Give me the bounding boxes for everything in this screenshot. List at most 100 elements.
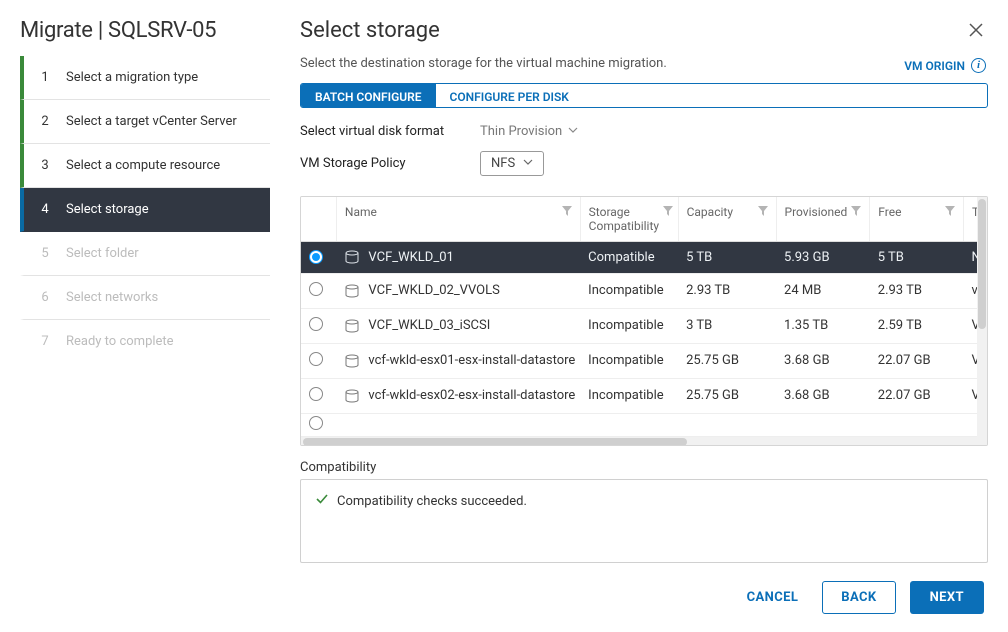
storage-policy-label: VM Storage Policy: [300, 156, 480, 171]
step-number: 3: [38, 158, 52, 173]
table-row[interactable]: vcf-wkld-esx01-esx-install-datastore Inc…: [301, 343, 987, 378]
step-label: Select a migration type: [66, 70, 198, 85]
table-row[interactable]: vcf-wkld-esx02-esx-install-datastore Inc…: [301, 378, 987, 413]
datastore-table: Name Storage Compatibility Capacity Prov…: [300, 196, 988, 446]
filter-icon: [945, 205, 955, 219]
info-icon: i: [971, 58, 986, 73]
storage-policy-value: NFS: [491, 156, 515, 171]
chevron-down-icon: [523, 156, 533, 171]
row-radio[interactable]: [309, 387, 323, 401]
cell-free: 22.07 GB: [870, 343, 964, 378]
filter-icon: [562, 205, 572, 219]
step-label: Select folder: [66, 246, 139, 261]
disk-format-value: Thin Provision: [480, 124, 562, 139]
filter-icon: [663, 205, 673, 219]
datastore-name: VCF_WKLD_03_iSCSI: [368, 318, 490, 333]
row-radio[interactable]: [309, 416, 323, 430]
datastore-name: vcf-wkld-esx02-esx-install-datastore: [368, 388, 575, 403]
step-select-folder: 5 Select folder: [20, 232, 270, 276]
cell-provisioned: 1.35 TB: [776, 308, 870, 343]
tab-batch-configure[interactable]: BATCH CONFIGURE: [301, 84, 436, 107]
disk-format-select[interactable]: Thin Provision: [480, 124, 578, 139]
step-number: 5: [38, 246, 52, 261]
row-radio[interactable]: [309, 352, 323, 366]
disk-format-label: Select virtual disk format: [300, 124, 480, 139]
datastore-icon: [344, 284, 360, 298]
row-radio[interactable]: [309, 317, 323, 331]
step-label: Ready to complete: [66, 334, 174, 349]
step-label: Select networks: [66, 290, 158, 305]
step-migration-type[interactable]: 1 Select a migration type: [20, 56, 270, 100]
chevron-down-icon: [568, 124, 578, 139]
cell-capacity: 5 TB: [678, 241, 776, 273]
cell-free: 5 TB: [870, 241, 964, 273]
vertical-scrollbar[interactable]: [977, 197, 987, 437]
compatibility-panel: Compatibility checks succeeded.: [300, 479, 988, 563]
check-icon: [315, 492, 329, 510]
page-subtitle: Select the destination storage for the v…: [300, 56, 988, 71]
datastore-name: VCF_WKLD_02_VVOLS: [368, 283, 499, 298]
cancel-button[interactable]: CANCEL: [737, 582, 809, 613]
cell-provisioned: 24 MB: [776, 273, 870, 308]
column-compat[interactable]: Storage Compatibility: [580, 197, 678, 242]
column-provisioned[interactable]: Provisioned: [776, 197, 870, 242]
cell-provisioned: 3.68 GB: [776, 343, 870, 378]
table-row[interactable]: VCF_WKLD_01 Compatible 5 TB 5.93 GB 5 TB…: [301, 241, 987, 273]
step-label: Select a target vCenter Server: [66, 114, 237, 129]
wizard-steps: 1 Select a migration type 2 Select a tar…: [0, 56, 280, 632]
cell-provisioned: 5.93 GB: [776, 241, 870, 273]
column-capacity[interactable]: Capacity: [678, 197, 776, 242]
step-select-networks: 6 Select networks: [20, 276, 270, 320]
step-number: 4: [38, 202, 52, 217]
datastore-name: vcf-wkld-esx01-esx-install-datastore: [368, 353, 575, 368]
row-radio[interactable]: [309, 250, 323, 264]
vm-origin-link[interactable]: VM ORIGIN i: [904, 58, 986, 73]
filter-icon: [758, 205, 768, 219]
datastore-name: VCF_WKLD_01: [368, 250, 453, 265]
table-row[interactable]: VCF_WKLD_02_VVOLS Incompatible 2.93 TB 2…: [301, 273, 987, 308]
cell-compat: Incompatible: [580, 378, 678, 413]
row-radio[interactable]: [309, 282, 323, 296]
close-button[interactable]: [964, 18, 988, 46]
step-label: Select a compute resource: [66, 158, 220, 173]
cell-capacity: 2.93 TB: [678, 273, 776, 308]
back-button[interactable]: BACK: [822, 581, 895, 614]
step-number: 1: [38, 70, 52, 85]
cell-capacity: 25.75 GB: [678, 378, 776, 413]
cell-free: 2.93 TB: [870, 273, 964, 308]
step-target-vcenter[interactable]: 2 Select a target vCenter Server: [20, 100, 270, 144]
cell-free: 22.07 GB: [870, 378, 964, 413]
step-compute-resource[interactable]: 3 Select a compute resource: [20, 144, 270, 188]
step-ready-complete: 7 Ready to complete: [20, 320, 270, 363]
cell-free: 2.59 TB: [870, 308, 964, 343]
close-icon: [968, 27, 984, 42]
cell-compat: Incompatible: [580, 273, 678, 308]
cell-compat: Compatible: [580, 241, 678, 273]
filter-icon: [851, 205, 861, 219]
datastore-icon: [344, 250, 360, 264]
step-select-storage[interactable]: 4 Select storage: [20, 188, 270, 232]
step-number: 6: [38, 290, 52, 305]
step-label: Select storage: [66, 202, 149, 217]
datastore-icon: [344, 319, 360, 333]
cell-capacity: 3 TB: [678, 308, 776, 343]
page-title: Select storage: [300, 18, 964, 43]
cell-compat: Incompatible: [580, 308, 678, 343]
config-mode-tabs: BATCH CONFIGURE CONFIGURE PER DISK: [300, 83, 988, 108]
table-row[interactable]: [301, 413, 987, 436]
step-number: 7: [38, 334, 52, 349]
step-number: 2: [38, 114, 52, 129]
compatibility-message: Compatibility checks succeeded.: [337, 494, 527, 509]
cell-capacity: 25.75 GB: [678, 343, 776, 378]
table-row[interactable]: VCF_WKLD_03_iSCSI Incompatible 3 TB 1.35…: [301, 308, 987, 343]
column-free[interactable]: Free: [870, 197, 964, 242]
wizard-title: Migrate | SQLSRV-05: [20, 18, 300, 43]
horizontal-scrollbar[interactable]: [301, 437, 987, 446]
compatibility-label: Compatibility: [300, 460, 988, 475]
tab-configure-per-disk[interactable]: CONFIGURE PER DISK: [436, 84, 583, 107]
cell-provisioned: 3.68 GB: [776, 378, 870, 413]
next-button[interactable]: NEXT: [910, 581, 984, 614]
column-name[interactable]: Name: [336, 197, 580, 242]
storage-policy-select[interactable]: NFS: [480, 151, 544, 176]
datastore-icon: [344, 354, 360, 368]
